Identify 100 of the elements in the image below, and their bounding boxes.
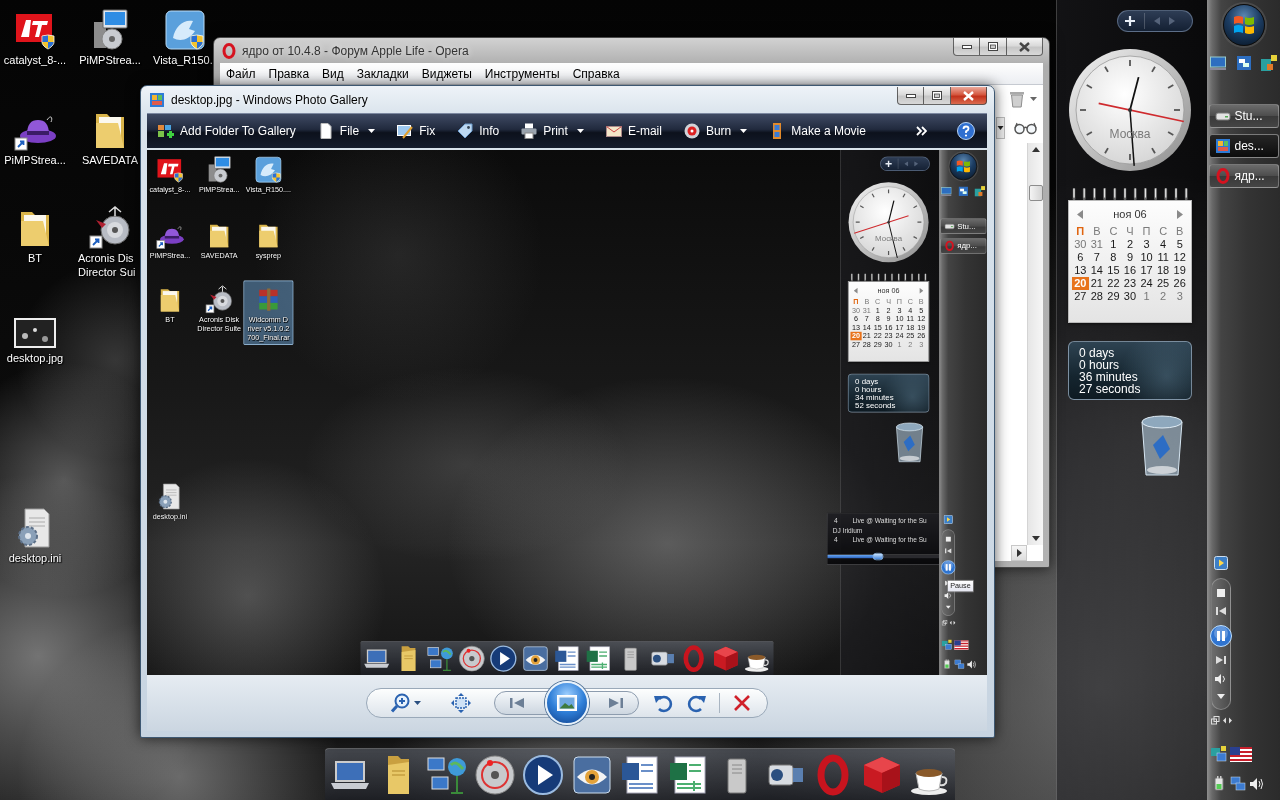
calendar-day[interactable]: 3 xyxy=(1171,290,1188,303)
stop-icon[interactable] xyxy=(945,536,951,542)
overlapping-windows-icon[interactable] xyxy=(957,186,969,197)
calendar-day[interactable]: 10 xyxy=(1138,251,1155,264)
toolbar-button[interactable]: Add Folder To Gallery xyxy=(158,123,296,139)
app-tiles-icon[interactable] xyxy=(974,186,986,197)
app-tiles-icon[interactable] xyxy=(1261,55,1277,71)
menu-item[interactable]: Файл xyxy=(220,63,263,84)
maximize-button[interactable] xyxy=(924,87,951,105)
calendar-day[interactable]: 1 xyxy=(1105,238,1122,251)
next-icon[interactable] xyxy=(1169,17,1175,25)
menu-item[interactable]: Виджеты xyxy=(415,63,479,84)
flag-icon[interactable] xyxy=(1230,746,1252,762)
minimize-button[interactable] xyxy=(897,87,924,105)
previous-month-icon[interactable] xyxy=(853,287,858,294)
overlapping-windows-icon[interactable] xyxy=(1235,55,1252,71)
taskbar-button[interactable]: ядр... xyxy=(1208,164,1279,188)
trash-icon[interactable] xyxy=(1008,89,1026,108)
disc-icon[interactable] xyxy=(473,752,517,797)
toolbar-button[interactable]: Make a Movie xyxy=(769,123,866,139)
previous-month-icon[interactable] xyxy=(1077,209,1083,219)
calendar-day[interactable]: 15 xyxy=(1105,264,1122,277)
desktop-icon[interactable]: Acronis Dis Director Sui xyxy=(72,199,138,283)
toolbar-button[interactable]: File xyxy=(317,123,376,139)
menu-item[interactable]: Правка xyxy=(262,63,317,84)
previous-icon[interactable] xyxy=(904,161,909,167)
calendar-day[interactable]: 28 xyxy=(1088,290,1106,303)
desktop-icon[interactable]: SAVEDATA xyxy=(80,101,140,171)
close-button[interactable] xyxy=(951,87,987,105)
delete-icon[interactable] xyxy=(733,694,751,712)
taskbar-button[interactable]: Stu... xyxy=(1208,104,1279,128)
pause-icon[interactable] xyxy=(941,559,956,575)
monitor-icon[interactable] xyxy=(941,186,952,197)
double-chevron-icon[interactable] xyxy=(916,126,927,136)
down-arrow-icon[interactable] xyxy=(945,605,951,609)
desktop-icon[interactable]: desktop.jpg xyxy=(0,299,73,369)
vertical-scrollbar[interactable] xyxy=(1027,143,1043,545)
network-icon[interactable] xyxy=(1230,776,1246,792)
next-month-icon[interactable] xyxy=(1177,209,1183,219)
calendar-day[interactable]: 16 xyxy=(1121,264,1139,277)
toolbar-button[interactable]: Fix xyxy=(397,123,436,139)
calendar-day[interactable]: 8 xyxy=(1105,251,1122,264)
calendar-day[interactable]: 3 xyxy=(1138,238,1155,251)
previous-icon[interactable] xyxy=(1154,17,1160,25)
speaker-icon[interactable] xyxy=(1249,776,1265,792)
rotate-left-icon[interactable] xyxy=(653,693,673,713)
power-plug-icon[interactable] xyxy=(1211,776,1227,792)
calendar-day[interactable]: 6 xyxy=(1072,251,1089,264)
scroll-up-icon[interactable] xyxy=(1031,147,1040,152)
desktop-icon[interactable]: catalyst_8-... xyxy=(0,1,73,71)
calendar-day[interactable]: 31 xyxy=(1088,238,1106,251)
calendar-day[interactable]: 11 xyxy=(1154,251,1172,264)
menu-item[interactable]: Вид xyxy=(316,63,351,84)
next-icon[interactable] xyxy=(914,161,919,167)
calendar-day[interactable]: 7 xyxy=(1088,251,1106,264)
next-track-icon[interactable] xyxy=(1216,656,1226,665)
calendar-day[interactable]: 27 xyxy=(1072,290,1089,303)
calendar-day[interactable]: 4 xyxy=(1154,238,1172,251)
scrollbar-thumb[interactable] xyxy=(1028,185,1043,201)
desktop-icon[interactable]: PiMPStrea... xyxy=(0,101,73,171)
calendar-day[interactable]: 2 xyxy=(1121,238,1139,251)
calendar-day[interactable]: 25 xyxy=(1154,277,1172,290)
start-button[interactable] xyxy=(949,152,977,181)
start-button[interactable] xyxy=(1222,4,1265,46)
calendar-day[interactable]: 5 xyxy=(1171,238,1188,251)
previous-icon[interactable] xyxy=(509,697,525,709)
previous-track-icon[interactable] xyxy=(1216,606,1226,615)
calendar-day[interactable]: 30 xyxy=(1072,238,1089,251)
tiles-icon[interactable] xyxy=(1211,746,1227,762)
disc-icon[interactable] xyxy=(457,643,487,673)
calendar-day[interactable]: 12 xyxy=(1171,251,1188,264)
toolbar-button[interactable]: Print xyxy=(521,123,584,139)
play-tile-icon[interactable] xyxy=(943,514,953,525)
add-icon[interactable] xyxy=(1125,16,1135,26)
menu-item[interactable]: Инструменты xyxy=(478,63,567,84)
caret-icon[interactable] xyxy=(414,701,421,705)
glasses-icon[interactable] xyxy=(1014,120,1037,135)
calendar-day[interactable]: 9 xyxy=(1121,251,1139,264)
calendar-day[interactable]: 17 xyxy=(1138,264,1155,277)
left-right-arrows-icon[interactable] xyxy=(1222,716,1232,725)
calendar-day[interactable]: 26 xyxy=(1171,277,1188,290)
toolbar-button[interactable]: Info xyxy=(457,123,500,139)
close-button[interactable] xyxy=(1007,38,1043,56)
caret-icon[interactable] xyxy=(1030,96,1037,101)
next-icon[interactable] xyxy=(608,697,624,709)
rotate-right-icon[interactable] xyxy=(687,693,707,713)
play-tile-icon[interactable] xyxy=(1214,556,1228,570)
toolbar-button[interactable]: E-mail xyxy=(605,123,662,139)
maximize-button[interactable] xyxy=(980,38,1007,56)
dropdown-caret-icon[interactable] xyxy=(996,116,1005,139)
previous-track-icon[interactable] xyxy=(945,548,952,554)
calendar-day[interactable]: 2 xyxy=(1154,290,1172,303)
seek-slider[interactable] xyxy=(827,554,940,559)
scroll-right-button[interactable] xyxy=(1011,545,1027,561)
pause-icon[interactable] xyxy=(1210,624,1232,647)
calendar-day[interactable]: 13 xyxy=(1072,264,1089,277)
play-button-icon[interactable] xyxy=(489,643,518,673)
add-icon[interactable] xyxy=(885,160,892,168)
calendar-day[interactable]: 23 xyxy=(1121,277,1139,290)
calendar-day[interactable]: 21 xyxy=(1088,277,1106,290)
